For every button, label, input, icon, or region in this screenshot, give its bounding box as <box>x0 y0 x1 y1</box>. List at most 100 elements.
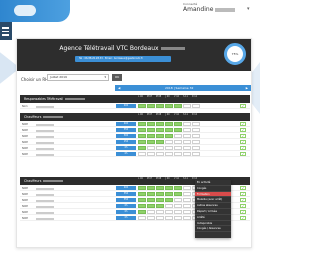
day-cell[interactable] <box>183 128 191 132</box>
day-cell[interactable] <box>156 204 164 208</box>
day-cell[interactable] <box>183 140 191 144</box>
driver-row[interactable]: NOM 0h ✓ <box>20 146 250 151</box>
app-logo[interactable] <box>0 0 70 22</box>
day-cell[interactable] <box>183 210 191 214</box>
validate-icon[interactable]: ✓ <box>240 140 246 144</box>
day-cell[interactable] <box>165 152 173 156</box>
menu-button[interactable] <box>0 22 12 40</box>
day-cell[interactable] <box>156 146 164 150</box>
day-cell[interactable] <box>165 204 173 208</box>
day-cell[interactable] <box>192 134 200 138</box>
day-cell[interactable] <box>156 122 164 126</box>
day-cell[interactable] <box>174 186 182 190</box>
day-cell[interactable] <box>165 198 173 202</box>
validate-icon[interactable]: ✓ <box>240 104 246 108</box>
day-cell[interactable] <box>138 216 146 220</box>
day-cell[interactable] <box>183 134 191 138</box>
day-cell[interactable] <box>165 128 173 132</box>
day-cell[interactable] <box>156 192 164 196</box>
validate-icon[interactable]: ✓ <box>240 186 246 190</box>
day-cell[interactable] <box>156 198 164 202</box>
day-cell[interactable] <box>192 146 200 150</box>
day-cell[interactable] <box>138 140 146 144</box>
day-cell[interactable] <box>147 152 155 156</box>
validate-icon[interactable]: ✓ <box>240 210 246 214</box>
day-cell[interactable] <box>147 204 155 208</box>
day-cell[interactable] <box>183 192 191 196</box>
day-cell[interactable] <box>165 104 173 108</box>
user-name[interactable]: Amandine <box>183 6 236 13</box>
day-cell[interactable] <box>174 134 182 138</box>
validate-icon[interactable]: ✓ <box>240 128 246 132</box>
day-cell[interactable] <box>183 146 191 150</box>
day-cell[interactable] <box>138 134 146 138</box>
next-week-button[interactable]: ▶ <box>246 86 248 90</box>
ok-button[interactable]: OK <box>112 74 122 81</box>
day-cell[interactable] <box>165 210 173 214</box>
day-cell[interactable] <box>183 204 191 208</box>
day-cell[interactable] <box>147 104 155 108</box>
day-cell[interactable] <box>174 198 182 202</box>
day-cell[interactable] <box>165 146 173 150</box>
day-cell[interactable] <box>165 134 173 138</box>
day-cell[interactable] <box>192 128 200 132</box>
validate-icon[interactable]: ✓ <box>240 198 246 202</box>
day-cell[interactable] <box>192 122 200 126</box>
day-cell[interactable] <box>174 216 182 220</box>
validate-icon[interactable]: ✓ <box>240 146 246 150</box>
day-cell[interactable] <box>174 122 182 126</box>
day-cell[interactable] <box>183 104 191 108</box>
day-cell[interactable] <box>156 104 164 108</box>
day-cell[interactable] <box>174 192 182 196</box>
day-cell[interactable] <box>174 152 182 156</box>
day-cell[interactable] <box>165 140 173 144</box>
day-cell[interactable] <box>192 104 200 108</box>
day-cell[interactable] <box>147 134 155 138</box>
day-cell[interactable] <box>165 122 173 126</box>
day-cell[interactable] <box>174 140 182 144</box>
driver-row[interactable]: NOM 30h ✓ <box>20 134 250 139</box>
validate-icon[interactable]: ✓ <box>240 122 246 126</box>
day-cell[interactable] <box>138 204 146 208</box>
driver-row[interactable]: NOM 0h ✓ <box>20 152 250 157</box>
validate-icon[interactable]: ✓ <box>240 204 246 208</box>
day-cell[interactable] <box>147 186 155 190</box>
day-cell[interactable] <box>147 216 155 220</box>
validate-icon[interactable]: ✓ <box>240 192 246 196</box>
day-cell[interactable] <box>183 198 191 202</box>
day-cell[interactable] <box>138 128 146 132</box>
day-cell[interactable] <box>147 128 155 132</box>
day-cell[interactable] <box>147 192 155 196</box>
day-cell[interactable] <box>138 152 146 156</box>
day-cell[interactable] <box>138 192 146 196</box>
driver-row[interactable]: NOM 40h ✓ <box>20 122 250 127</box>
period-select[interactable]: Juillet 2019 ▾ <box>47 74 109 81</box>
day-cell[interactable] <box>174 204 182 208</box>
day-cell[interactable] <box>138 104 146 108</box>
day-cell[interactable] <box>156 152 164 156</box>
day-cell[interactable] <box>183 216 191 220</box>
day-cell[interactable] <box>165 192 173 196</box>
day-cell[interactable] <box>138 146 146 150</box>
driver-row[interactable]: NOM 15h ✓ <box>20 140 250 145</box>
chevron-down-icon[interactable]: ▾ <box>247 6 250 12</box>
day-cell[interactable] <box>147 122 155 126</box>
day-cell[interactable] <box>165 216 173 220</box>
day-cell[interactable] <box>174 210 182 214</box>
day-cell[interactable] <box>183 152 191 156</box>
day-cell[interactable] <box>174 128 182 132</box>
day-cell[interactable] <box>192 152 200 156</box>
day-cell[interactable] <box>138 198 146 202</box>
day-cell[interactable] <box>183 122 191 126</box>
day-cell[interactable] <box>138 122 146 126</box>
day-cell[interactable] <box>165 186 173 190</box>
validate-icon[interactable]: ✓ <box>240 152 246 156</box>
day-cell[interactable] <box>147 146 155 150</box>
context-menu-item[interactable]: Congés / Absences <box>195 226 231 233</box>
day-cell[interactable] <box>156 216 164 220</box>
day-cell[interactable] <box>156 186 164 190</box>
day-cell[interactable] <box>174 146 182 150</box>
validate-icon[interactable]: ✓ <box>240 216 246 220</box>
day-cell[interactable] <box>156 210 164 214</box>
day-cell[interactable] <box>192 140 200 144</box>
